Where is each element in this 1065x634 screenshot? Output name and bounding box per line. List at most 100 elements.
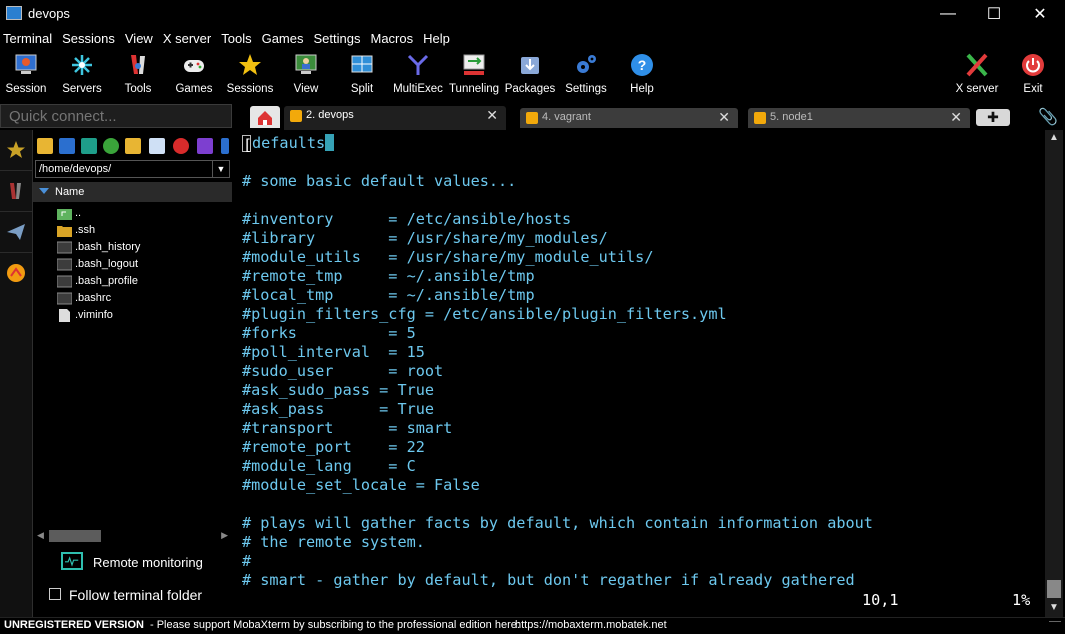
close-tab-icon[interactable]: ✕	[486, 107, 498, 124]
new-file-icon[interactable]	[149, 138, 165, 154]
name-column-header[interactable]: Name	[33, 182, 232, 202]
exit-button[interactable]: Exit	[1005, 52, 1061, 95]
quick-connect-input[interactable]	[1, 105, 231, 127]
games-button[interactable]: Games	[166, 52, 222, 95]
delete-icon[interactable]	[173, 138, 189, 154]
terminal-line: #ask_pass = True	[242, 400, 435, 418]
file-row[interactable]: .bash_profile	[57, 273, 227, 290]
follow-folder-checkbox[interactable]	[49, 588, 61, 600]
folder-icon	[57, 226, 72, 237]
file-row[interactable]: .bash_history	[57, 239, 227, 256]
menu-terminal[interactable]: Terminal	[0, 28, 59, 48]
mobaxterm-link[interactable]: https://mobaxterm.mobatek.net	[515, 619, 667, 631]
more-tools-icon[interactable]	[221, 138, 229, 154]
send-side-tab[interactable]	[0, 212, 32, 253]
macro-icon	[7, 264, 25, 282]
terminal-line: #poll_interval = 15	[242, 343, 425, 361]
close-button[interactable]: ✕	[1017, 0, 1063, 28]
tab-vagrant[interactable]: 4. vagrant ✕	[520, 108, 738, 128]
sessions-button[interactable]: Sessions	[222, 52, 278, 95]
file-row[interactable]: .ssh	[57, 222, 227, 239]
file-row[interactable]: .viminfo	[57, 307, 227, 324]
macros-side-tab[interactable]	[0, 253, 32, 293]
text-file-icon[interactable]	[197, 138, 213, 154]
scroll-down-icon[interactable]: ▼	[1045, 602, 1063, 613]
scroll-up-icon[interactable]: ▲	[1045, 132, 1063, 143]
file-row[interactable]: .bashrc	[57, 290, 227, 307]
terminal-tab-icon	[526, 112, 538, 124]
refresh-icon[interactable]	[103, 138, 119, 154]
terminal-line: #local_tmp = ~/.ansible/tmp	[242, 286, 535, 304]
scroll-percent: 1%	[1012, 591, 1031, 609]
menu-settings[interactable]: Settings	[311, 28, 368, 48]
terminal-line: #transport = smart	[242, 419, 453, 437]
sort-arrow-icon	[39, 188, 49, 194]
servers-icon	[72, 55, 92, 75]
terminal-line: #module_utils = /usr/share/my_module_uti…	[242, 248, 654, 266]
view-icon	[295, 54, 317, 74]
file-icon	[57, 241, 72, 254]
download-icon[interactable]	[59, 138, 75, 154]
menu-macros[interactable]: Macros	[367, 28, 420, 48]
menu-tools[interactable]: Tools	[218, 28, 258, 48]
attach-icon[interactable]: 📎	[1038, 107, 1058, 127]
close-tab-icon[interactable]: ✕	[718, 109, 730, 126]
svg-text:?: ?	[638, 57, 647, 73]
scroll-right-icon[interactable]: ▶	[221, 530, 228, 541]
x-server-button[interactable]: X server	[949, 52, 1005, 95]
scrollbar-thumb[interactable]	[49, 530, 101, 542]
file-row[interactable]: ..	[57, 205, 227, 222]
packages-button[interactable]: Packages	[502, 52, 558, 95]
terminal-scrollbar[interactable]: ▲ ▼	[1045, 130, 1063, 617]
monitor-icon	[61, 552, 83, 570]
menu-x-server[interactable]: X server	[160, 28, 218, 48]
session-button[interactable]: Session	[0, 52, 54, 95]
sessions-star-tab[interactable]	[0, 130, 32, 171]
view-button[interactable]: View	[278, 52, 334, 95]
maximize-button[interactable]: ☐	[971, 0, 1017, 28]
folder-up-icon[interactable]	[37, 138, 53, 154]
bracket-char: [	[242, 135, 253, 154]
servers-button[interactable]: Servers	[54, 52, 110, 95]
app-icon	[6, 6, 22, 20]
chevron-down-icon[interactable]: ▼	[212, 161, 229, 177]
menu-games[interactable]: Games	[259, 28, 311, 48]
terminal-line: #remote_port = 22	[242, 438, 425, 456]
home-tab[interactable]	[250, 106, 280, 128]
tools-icon	[10, 183, 21, 199]
scroll-left-icon[interactable]: ◀	[37, 530, 44, 541]
split-button[interactable]: Split	[334, 52, 390, 95]
follow-terminal-folder-toggle[interactable]: Follow terminal folder	[47, 586, 232, 606]
terminal-pane[interactable]: [defaults # some basic default values...…	[234, 130, 1045, 617]
path-field[interactable]: /home/devops/ ▼	[35, 160, 230, 178]
menu-sessions[interactable]: Sessions	[59, 28, 122, 48]
settings-button[interactable]: Settings	[558, 52, 614, 95]
terminal-line: #ask_sudo_pass = True	[242, 381, 435, 399]
resize-grip[interactable]	[1049, 621, 1061, 632]
main-toolbar: Session Servers Tools Games Sessions Vie…	[0, 48, 1065, 100]
new-folder-icon[interactable]	[125, 138, 141, 154]
close-tab-icon[interactable]: ✕	[950, 109, 962, 126]
horizontal-scrollbar[interactable]: ◀ ▶	[33, 528, 232, 544]
help-icon: ?	[631, 54, 653, 76]
session-tabs: 2. devops ✕ 4. vagrant ✕ 5. node1 ✕ ✚ 📎	[232, 104, 1065, 130]
tools-side-tab[interactable]	[0, 171, 32, 212]
packages-icon	[521, 57, 539, 74]
terminal-line: # the remote system.	[242, 533, 425, 551]
scrollbar-thumb[interactable]	[1047, 580, 1061, 598]
new-tab-button[interactable]: ✚	[976, 109, 1010, 126]
remote-monitoring-button[interactable]: Remote monitoring	[61, 552, 231, 574]
terminal-line: # some basic default values...	[242, 172, 517, 190]
tools-button[interactable]: Tools	[110, 52, 166, 95]
tab-node1[interactable]: 5. node1 ✕	[748, 108, 970, 128]
file-row[interactable]: .bash_logout	[57, 256, 227, 273]
tunneling-button[interactable]: Tunneling	[446, 52, 502, 95]
help-button[interactable]: ? Help	[614, 52, 670, 95]
tab-devops[interactable]: 2. devops ✕	[284, 106, 506, 130]
left-side-strip	[0, 130, 32, 617]
minimize-button[interactable]: —	[925, 0, 971, 28]
multiexec-button[interactable]: MultiExec	[390, 52, 446, 95]
menu-view[interactable]: View	[122, 28, 160, 48]
upload-icon[interactable]	[81, 138, 97, 154]
menu-help[interactable]: Help	[420, 28, 457, 48]
